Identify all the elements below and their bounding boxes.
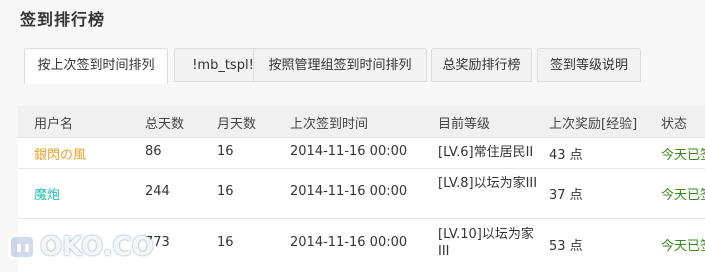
header-level: 目前等级 <box>438 117 491 132</box>
eye-right-icon <box>25 244 29 252</box>
header-last-checkin: 上次签到时间 <box>290 117 369 132</box>
table-row: 魔炮 244 16 2014-11-16 00:00 [LV.8]以坛为家III… <box>18 169 705 219</box>
table-header: 用户名 总天数 月天数 上次签到时间 目前等级 上次奖励[经验] 状态 <box>18 106 705 138</box>
last-reward: 53 点 <box>549 239 583 254</box>
username-link[interactable]: 魔炮 <box>34 184 60 203</box>
page-title: 签到排行榜 <box>20 10 106 29</box>
tab-level-explanation[interactable]: 签到等级说明 <box>537 48 641 82</box>
header-last-reward: 上次奖励[经验] <box>549 117 638 132</box>
status-text: 今天已签 <box>661 148 705 163</box>
status-text: 今天已签 <box>661 239 705 254</box>
tab-total-reward-ranking[interactable]: 总奖励排行榜 <box>431 48 532 82</box>
watermark-logo: OKO.CO <box>6 232 154 266</box>
last-checkin-time: 2014-11-16 00:00 <box>290 184 408 199</box>
month-days: 16 <box>217 144 234 159</box>
total-days: 244 <box>145 184 170 199</box>
chat-bubble-icon <box>8 234 36 260</box>
header-month-days: 月天数 <box>217 117 257 132</box>
month-days: 16 <box>217 235 234 250</box>
eye-left-icon <box>17 244 21 252</box>
current-level: [LV.6]常住居民II <box>438 145 534 160</box>
current-level: [LV.8]以坛为家III <box>438 176 538 191</box>
status-text: 今天已签 <box>661 188 705 203</box>
tab-bar: 按上次签到时间排列 !mb_tspl! 按照管理组签到时间排列 总奖励排行榜 签… <box>24 48 705 84</box>
header-total-days: 总天数 <box>145 117 185 132</box>
watermark-text: OKO.CO <box>40 232 154 262</box>
header-status: 状态 <box>661 117 688 132</box>
month-days: 16 <box>217 184 234 199</box>
header-username: 用户名 <box>34 117 74 132</box>
last-reward: 37 点 <box>549 188 583 203</box>
total-days: 86 <box>145 144 162 159</box>
table-row: 銀閃の風 86 16 2014-11-16 00:00 [LV.6]常住居民II… <box>18 138 705 169</box>
current-level: [LV.10]以坛为家III <box>438 227 534 259</box>
last-checkin-time: 2014-11-16 00:00 <box>290 235 408 250</box>
last-reward: 43 点 <box>549 148 583 163</box>
tab-sort-by-admin-group[interactable]: 按照管理组签到时间排列 <box>253 48 427 82</box>
tab-sort-by-last-checkin[interactable]: 按上次签到时间排列 <box>24 48 168 84</box>
last-checkin-time: 2014-11-16 00:00 <box>290 144 408 159</box>
username-link[interactable]: 銀閃の風 <box>34 144 86 163</box>
